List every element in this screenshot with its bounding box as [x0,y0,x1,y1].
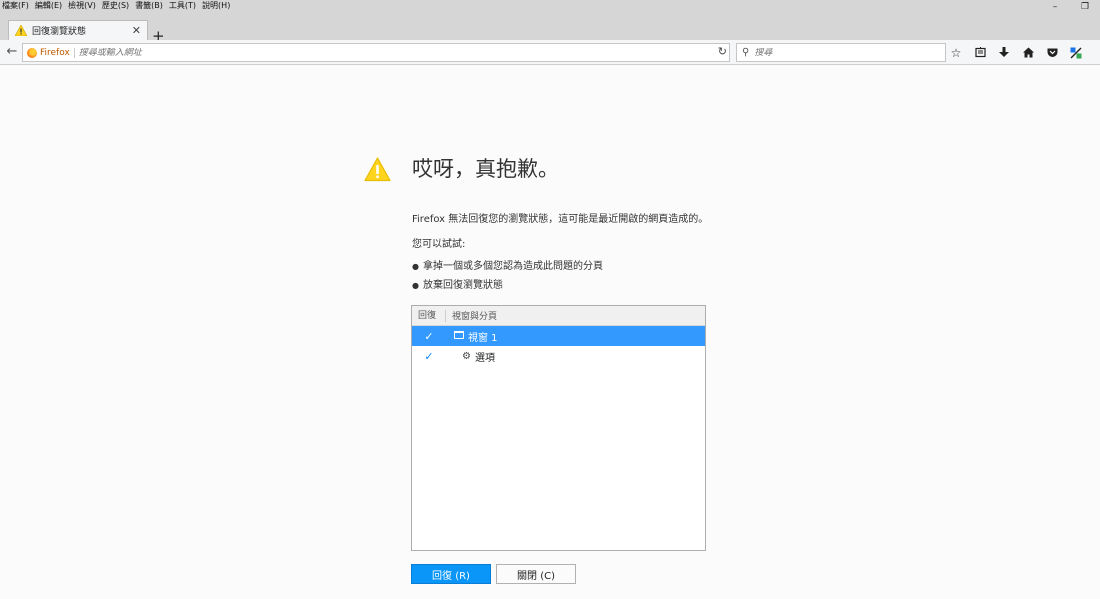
url-bar[interactable]: Firefox ↻ [22,43,730,62]
search-icon: ⚲ [742,47,750,58]
pocket-icon[interactable] [1040,43,1064,62]
tree-row-tab[interactable]: ✓ ⚙ 選項 [412,346,705,366]
tree-row-label: 視窗 1 [468,332,498,344]
suggestion-item: 放棄回復瀏覽狀態 [412,276,603,295]
menu-bar: 檔案(F) 編輯(E) 檢視(V) 歷史(S) 書籤(B) 工具(T) 說明(H… [0,0,1100,12]
close-tab-icon[interactable]: ✕ [132,24,141,37]
session-tree[interactable]: 回復 視窗與分頁 ✓ 視窗 1 ✓ ⚙ 選項 [411,305,706,551]
suggestion-item: 拿掉一個或多個您認為造成此問題的分頁 [412,257,603,276]
tree-row-window[interactable]: ✓ 視窗 1 [412,326,705,346]
download-icon[interactable] [992,43,1016,62]
reload-icon[interactable]: ↻ [718,45,727,58]
close-button[interactable]: 關閉 (C) [496,564,576,584]
url-input[interactable] [78,47,729,58]
nav-bar: ← Firefox ↻ ⚲ ☆ [0,40,1100,65]
search-input[interactable] [754,47,935,58]
back-arrow-icon[interactable]: ← [4,44,20,60]
search-bar[interactable]: ⚲ [736,43,946,62]
menu-edit[interactable]: 編輯(E) [35,0,62,12]
extension-icon[interactable] [1064,43,1088,62]
tree-header: 回復 視窗與分頁 [412,306,705,326]
error-description: Firefox 無法回復您的瀏覽狀態，這可能是最近開啟的網頁造成的。 [412,214,709,225]
menu-file[interactable]: 檔案(F) [2,0,29,12]
menu-history[interactable]: 歷史(S) [102,0,129,12]
column-header-restore[interactable]: 回復 [412,309,446,322]
restore-checkbox[interactable]: ✓ [412,330,446,343]
tab-strip: 回復瀏覽狀態 ✕ + [0,12,1100,44]
gear-icon: ⚙ [462,350,471,362]
warning-icon [364,157,391,182]
menu-help[interactable]: 說明(H) [202,0,230,12]
firefox-logo-icon [27,47,37,58]
tree-row-label: 選項 [474,352,495,364]
column-header-windows-tabs[interactable]: 視窗與分頁 [446,309,497,322]
restore-checkbox[interactable]: ✓ [412,350,446,363]
suggestion-list: 拿掉一個或多個您認為造成此問題的分頁 放棄回復瀏覽狀態 [412,257,603,295]
bookmark-star-icon[interactable]: ☆ [944,43,968,62]
toolbar-icons: ☆ [944,43,1088,62]
warning-icon [15,25,27,36]
restore-session-button[interactable]: 回復 (R) [411,564,491,584]
menu-view[interactable]: 檢視(V) [68,0,96,12]
try-label: 您可以試試: [412,239,466,250]
home-icon[interactable] [1016,43,1040,62]
menu-bookmarks[interactable]: 書籤(B) [135,0,163,12]
tab-title: 回復瀏覽狀態 [32,27,87,37]
tab-session-restore[interactable]: 回復瀏覽狀態 ✕ [8,20,148,40]
page-title: 哎呀，真抱歉。 [412,157,559,181]
window-icon [454,330,464,342]
menu-tools[interactable]: 工具(T) [169,0,196,12]
identity-label[interactable]: Firefox [40,47,75,58]
reading-list-icon[interactable] [968,43,992,62]
